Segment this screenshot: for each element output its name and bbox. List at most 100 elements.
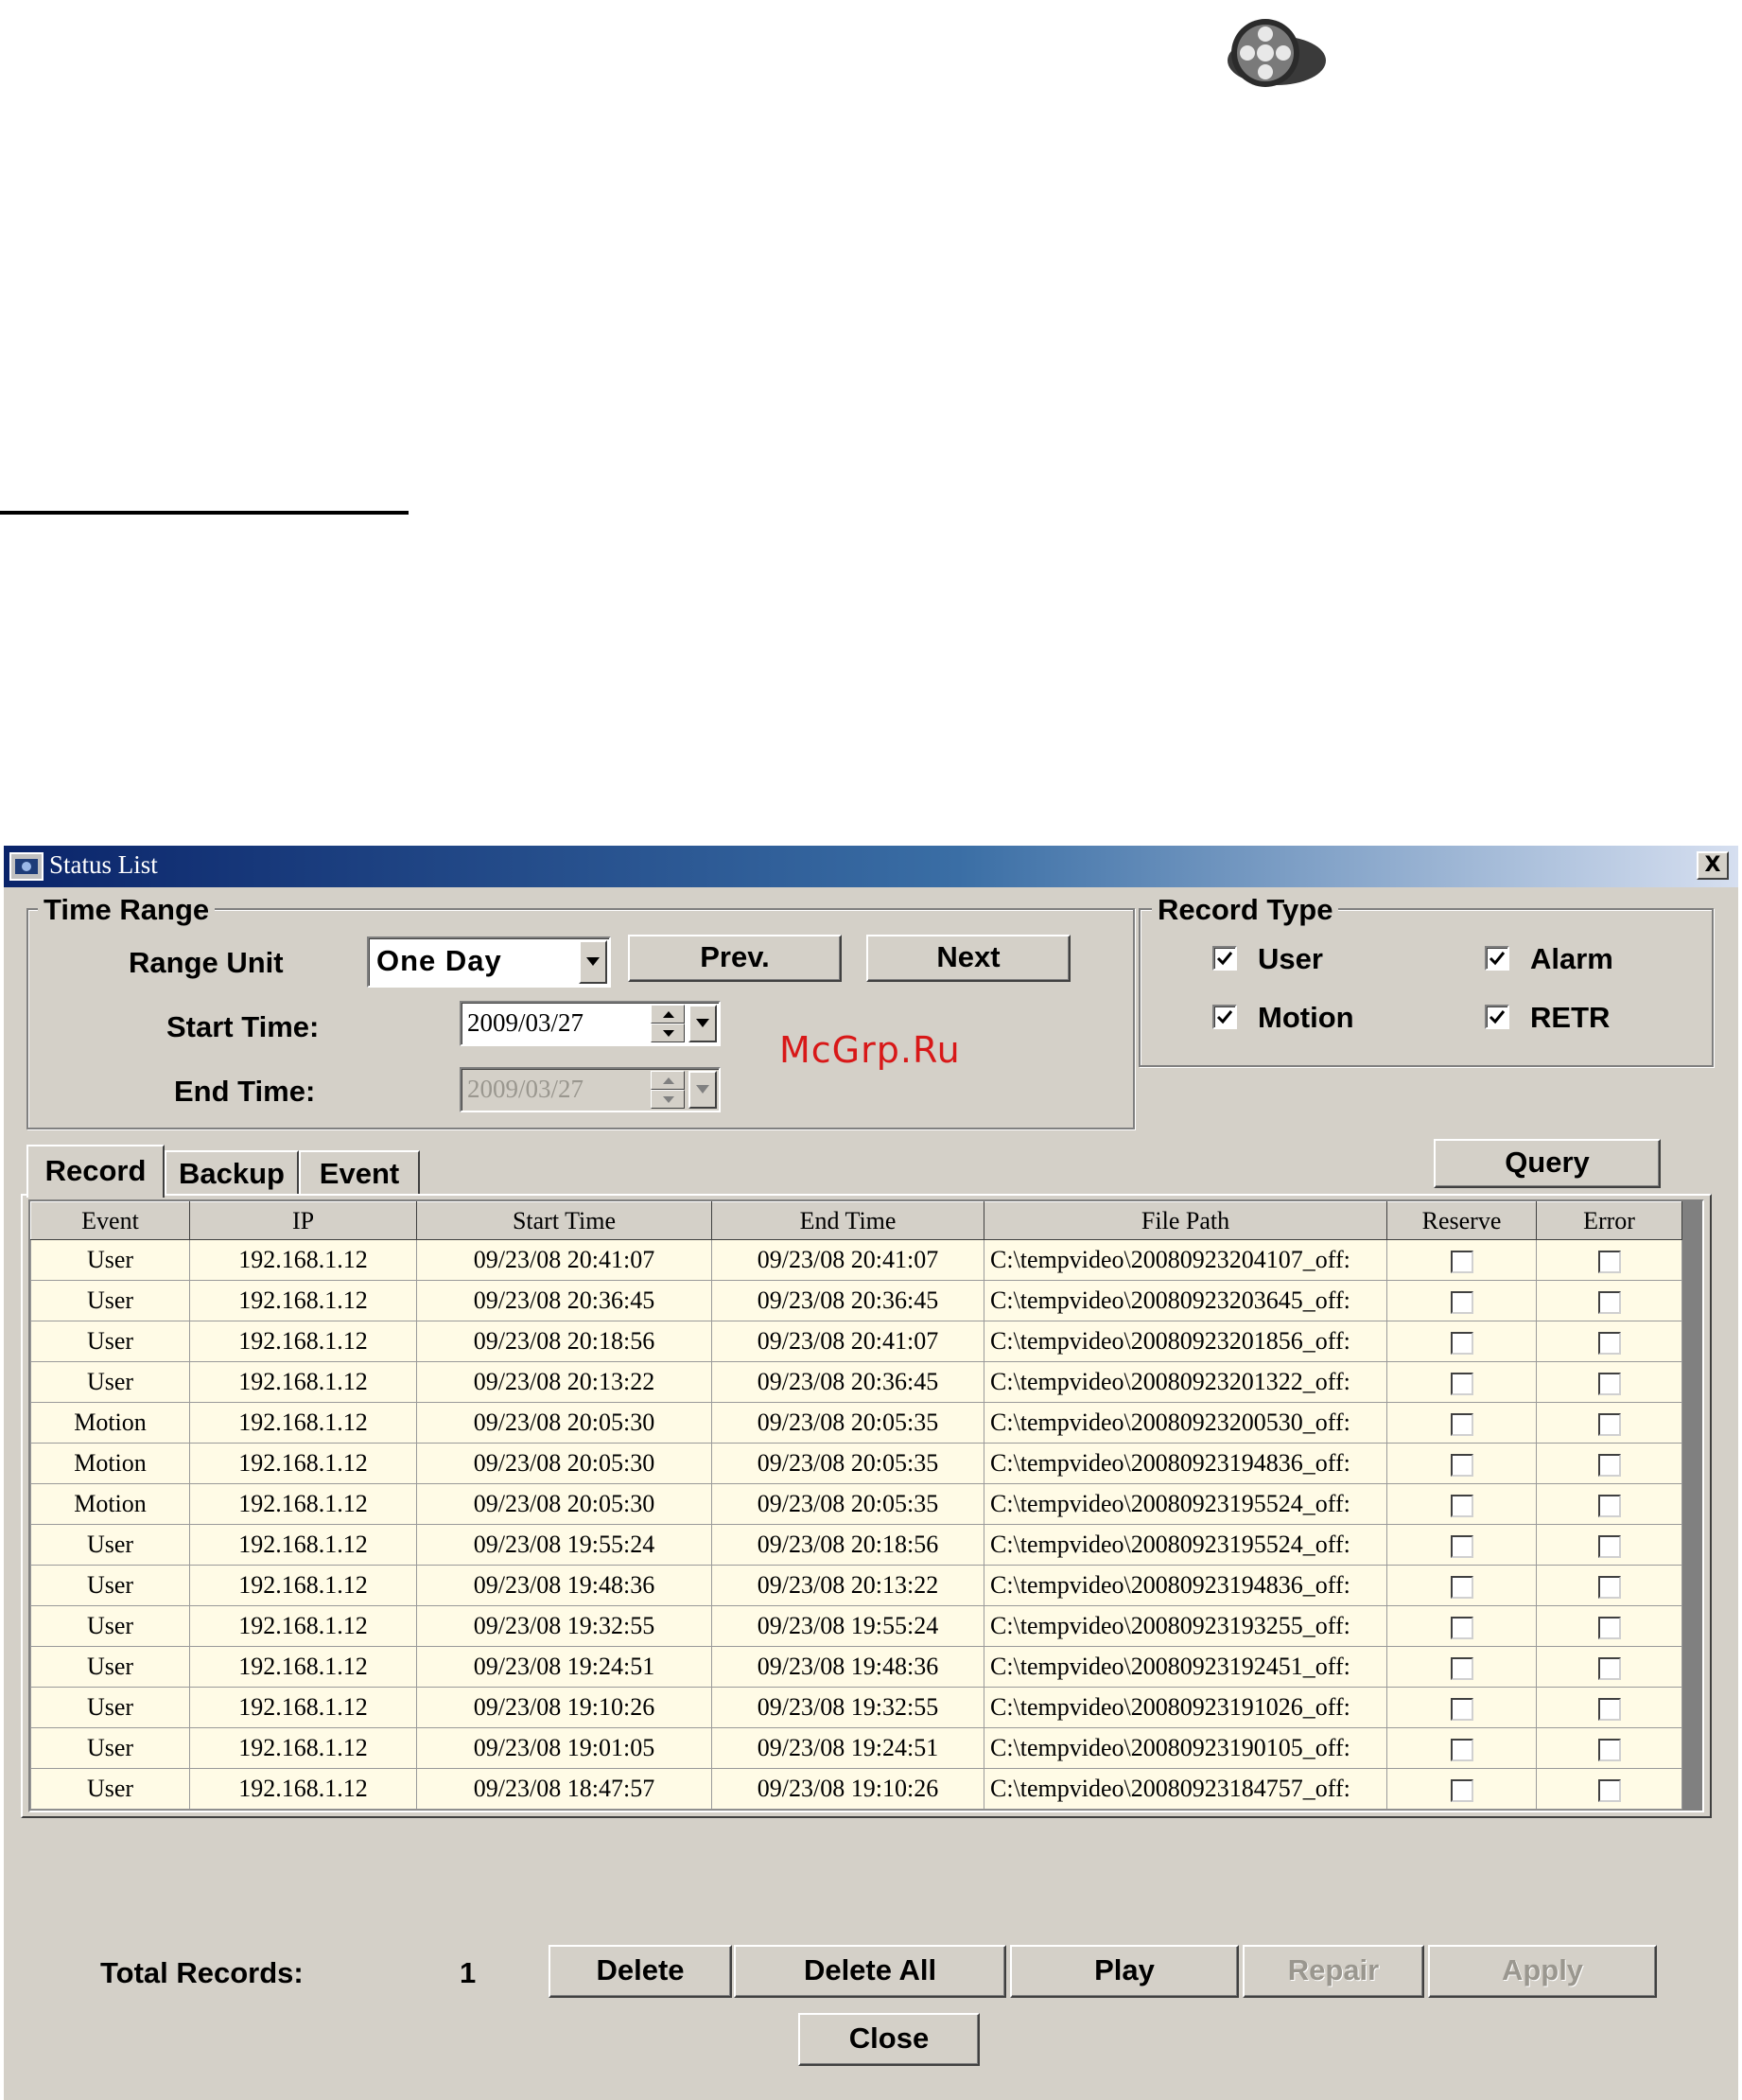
reserve-checkbox[interactable] bbox=[1450, 1617, 1473, 1640]
cell-ip: 192.168.1.12 bbox=[189, 1443, 417, 1484]
start-time-spinner[interactable] bbox=[651, 1005, 685, 1042]
range-unit-select[interactable]: One Day bbox=[367, 936, 611, 988]
next-button[interactable]: Next bbox=[866, 935, 1071, 982]
table-row[interactable]: User 192.168.1.12 09/23/08 19:32:55 09/23/0… bbox=[30, 1605, 1682, 1647]
reserve-checkbox[interactable] bbox=[1450, 1373, 1473, 1396]
reserve-checkbox[interactable] bbox=[1450, 1576, 1473, 1600]
error-checkbox[interactable] bbox=[1597, 1617, 1621, 1640]
title-bar[interactable]: Status List X bbox=[4, 846, 1738, 887]
tab-backup[interactable]: Backup bbox=[165, 1150, 299, 1196]
error-checkbox[interactable] bbox=[1597, 1535, 1621, 1559]
error-checkbox[interactable] bbox=[1597, 1454, 1621, 1478]
cell-file-path: C:\tempvideo\20080923190105_off: bbox=[984, 1727, 1387, 1769]
reserve-checkbox[interactable] bbox=[1450, 1291, 1473, 1315]
cell-end-time: 09/23/08 20:41:07 bbox=[711, 1239, 984, 1281]
reserve-checkbox[interactable] bbox=[1450, 1739, 1473, 1762]
reserve-cell bbox=[1386, 1565, 1537, 1606]
error-checkbox[interactable] bbox=[1597, 1698, 1621, 1722]
alarm-checkbox-label: Alarm bbox=[1530, 942, 1613, 975]
reserve-cell bbox=[1386, 1524, 1537, 1566]
error-checkbox[interactable] bbox=[1597, 1495, 1621, 1518]
table-row[interactable]: User 192.168.1.12 09/23/08 19:24:51 09/23/0… bbox=[30, 1646, 1682, 1688]
prev-button[interactable]: Prev. bbox=[628, 935, 842, 982]
table-row[interactable]: User 192.168.1.12 09/23/08 20:18:56 09/23/0… bbox=[30, 1321, 1682, 1362]
apply-button: Apply bbox=[1428, 1945, 1657, 1998]
cell-event: Motion bbox=[30, 1483, 190, 1525]
tab-event[interactable]: Event bbox=[299, 1150, 420, 1196]
error-checkbox[interactable] bbox=[1597, 1413, 1621, 1437]
query-button[interactable]: Query bbox=[1434, 1139, 1661, 1188]
user-checkbox[interactable] bbox=[1212, 946, 1237, 971]
start-time-dropdown-button[interactable] bbox=[688, 1005, 717, 1042]
close-button[interactable]: Close bbox=[798, 2013, 980, 2066]
table-row[interactable]: User 192.168.1.12 09/23/08 20:36:45 09/23/0… bbox=[30, 1280, 1682, 1321]
column-header-end-time[interactable]: End Time bbox=[711, 1201, 984, 1240]
reserve-cell bbox=[1386, 1280, 1537, 1321]
table-row[interactable]: User 192.168.1.12 09/23/08 20:13:22 09/23/0… bbox=[30, 1361, 1682, 1403]
arrow-up-icon bbox=[663, 1077, 674, 1084]
reserve-cell bbox=[1386, 1687, 1537, 1728]
table-row[interactable]: User 192.168.1.12 09/23/08 19:48:36 09/23/0… bbox=[30, 1565, 1682, 1606]
table-row[interactable]: Motion 192.168.1.12 09/23/08 20:05:30 09/23… bbox=[30, 1483, 1682, 1525]
table-row[interactable]: User 192.168.1.12 09/23/08 19:55:24 09/23/0… bbox=[30, 1524, 1682, 1566]
film-reel-icon bbox=[1228, 19, 1326, 87]
record-table-area[interactable]: Event IP Start Time End Time File Path R… bbox=[28, 1199, 1704, 1812]
error-cell bbox=[1536, 1524, 1682, 1566]
table-row[interactable]: Motion 192.168.1.12 09/23/08 20:05:30 09/23… bbox=[30, 1443, 1682, 1484]
motion-checkbox[interactable] bbox=[1212, 1005, 1237, 1029]
table-row[interactable]: User 192.168.1.12 09/23/08 18:47:57 09/23/0… bbox=[30, 1768, 1682, 1810]
cell-end-time: 09/23/08 19:55:24 bbox=[711, 1605, 984, 1647]
reserve-checkbox[interactable] bbox=[1450, 1535, 1473, 1559]
reserve-checkbox[interactable] bbox=[1450, 1779, 1473, 1803]
table-row[interactable]: User 192.168.1.12 09/23/08 20:41:07 09/23/0… bbox=[30, 1239, 1682, 1281]
column-header-file-path[interactable]: File Path bbox=[984, 1201, 1387, 1240]
play-button[interactable]: Play bbox=[1010, 1945, 1239, 1998]
error-cell bbox=[1536, 1565, 1682, 1606]
cell-ip: 192.168.1.12 bbox=[189, 1605, 417, 1647]
column-header-start-time[interactable]: Start Time bbox=[416, 1201, 712, 1240]
error-checkbox[interactable] bbox=[1597, 1332, 1621, 1356]
range-unit-label: Range Unit bbox=[129, 946, 284, 979]
tab-record[interactable]: Record bbox=[26, 1145, 165, 1198]
reserve-checkbox[interactable] bbox=[1450, 1657, 1473, 1681]
reserve-checkbox[interactable] bbox=[1450, 1251, 1473, 1274]
range-unit-dropdown-button[interactable] bbox=[579, 940, 607, 984]
reserve-checkbox[interactable] bbox=[1450, 1495, 1473, 1518]
reserve-checkbox[interactable] bbox=[1450, 1413, 1473, 1437]
column-header-event[interactable]: Event bbox=[30, 1201, 190, 1240]
reserve-checkbox[interactable] bbox=[1450, 1332, 1473, 1356]
delete-all-button[interactable]: Delete All bbox=[734, 1945, 1006, 1998]
error-checkbox[interactable] bbox=[1597, 1251, 1621, 1274]
error-cell bbox=[1536, 1239, 1682, 1281]
error-checkbox[interactable] bbox=[1597, 1373, 1621, 1396]
reserve-checkbox[interactable] bbox=[1450, 1698, 1473, 1722]
column-header-ip[interactable]: IP bbox=[189, 1201, 417, 1240]
cell-start-time: 09/23/08 20:18:56 bbox=[416, 1321, 712, 1362]
cell-ip: 192.168.1.12 bbox=[189, 1483, 417, 1525]
range-unit-value: One Day bbox=[376, 944, 502, 977]
error-checkbox[interactable] bbox=[1597, 1657, 1621, 1681]
table-row[interactable]: User 192.168.1.12 09/23/08 19:01:05 09/23/0… bbox=[30, 1727, 1682, 1769]
table-row[interactable]: User 192.168.1.12 09/23/08 19:10:26 09/23/0… bbox=[30, 1687, 1682, 1728]
start-time-field[interactable]: 2009/03/27 bbox=[460, 1001, 721, 1046]
table-row[interactable]: Motion 192.168.1.12 09/23/08 20:05:30 09/23… bbox=[30, 1402, 1682, 1444]
error-checkbox[interactable] bbox=[1597, 1291, 1621, 1315]
delete-button[interactable]: Delete bbox=[549, 1945, 732, 1998]
window-close-button[interactable]: X bbox=[1697, 851, 1729, 880]
spin-up-button[interactable] bbox=[651, 1005, 685, 1024]
alarm-checkbox[interactable] bbox=[1485, 946, 1509, 971]
column-header-reserve[interactable]: Reserve bbox=[1386, 1201, 1537, 1240]
error-checkbox[interactable] bbox=[1597, 1779, 1621, 1803]
error-checkbox[interactable] bbox=[1597, 1739, 1621, 1762]
cell-event: User bbox=[30, 1605, 190, 1647]
cell-start-time: 09/23/08 20:05:30 bbox=[416, 1402, 712, 1444]
error-checkbox[interactable] bbox=[1597, 1576, 1621, 1600]
column-header-error[interactable]: Error bbox=[1536, 1201, 1682, 1240]
error-cell bbox=[1536, 1768, 1682, 1810]
retr-checkbox[interactable] bbox=[1485, 1005, 1509, 1029]
reserve-checkbox[interactable] bbox=[1450, 1454, 1473, 1478]
error-cell bbox=[1536, 1605, 1682, 1647]
cell-ip: 192.168.1.12 bbox=[189, 1565, 417, 1606]
spin-down-button[interactable] bbox=[651, 1024, 685, 1042]
error-cell bbox=[1536, 1646, 1682, 1688]
